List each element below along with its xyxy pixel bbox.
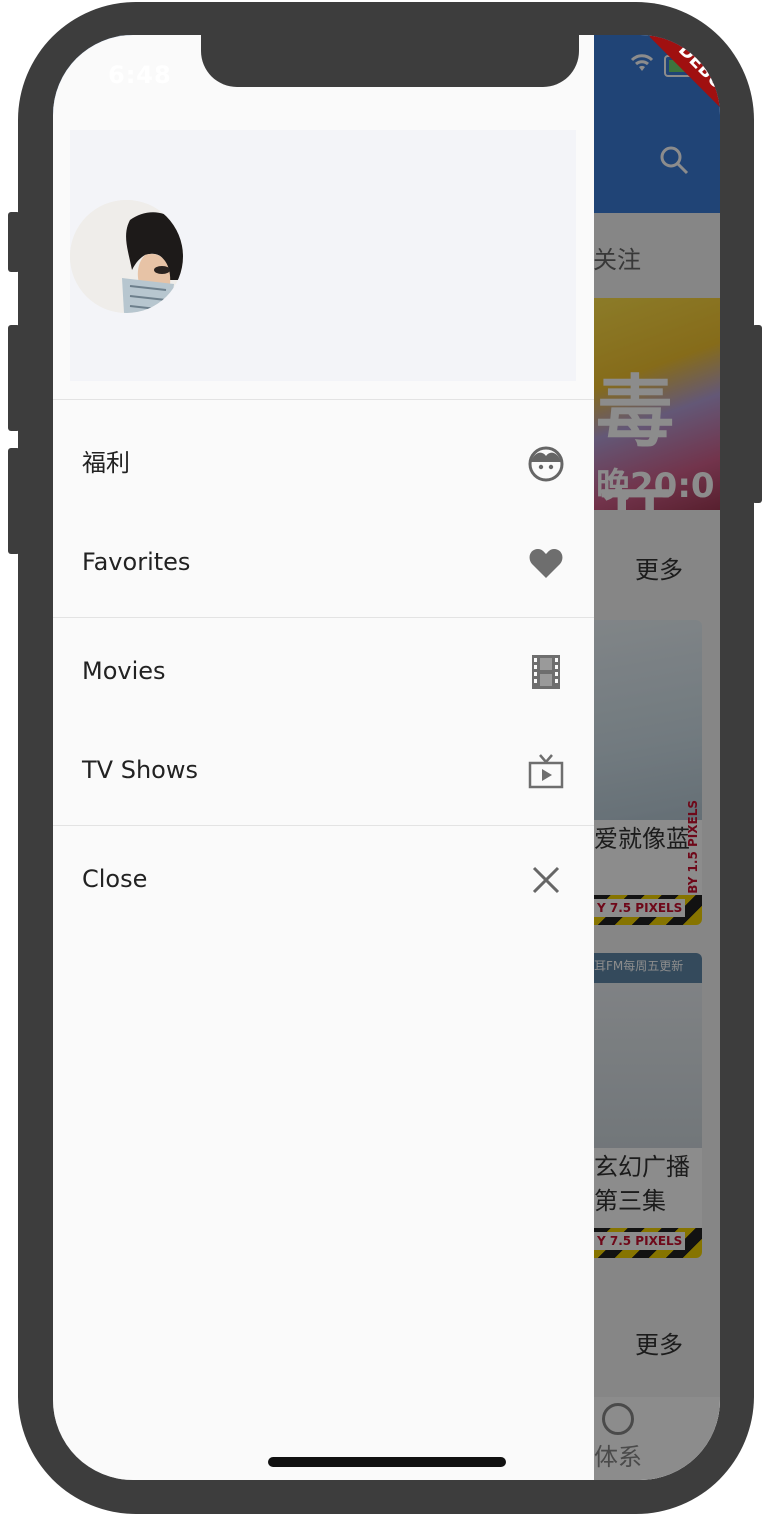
- notch: [201, 35, 579, 87]
- divider: [53, 399, 594, 400]
- mute-switch: [8, 212, 20, 272]
- status-time: 6:48: [108, 61, 172, 89]
- tv-icon: [528, 754, 564, 789]
- drawer-item-tv-shows[interactable]: TV Shows: [53, 721, 594, 820]
- drawer-item-close[interactable]: Close: [53, 830, 594, 929]
- drawer-item-welfare[interactable]: 福利: [53, 414, 594, 513]
- screen: 关注 毒开 晚20:0 更多 爱就像蓝 BY 1.5 PIXELS Y 7.5 …: [53, 35, 720, 1480]
- volume-up-button: [8, 325, 20, 431]
- volume-down-button: [8, 448, 20, 554]
- drawer-item-label: TV Shows: [82, 756, 198, 784]
- drawer-item-favorites[interactable]: Favorites: [53, 513, 594, 612]
- power-button: [752, 325, 762, 503]
- avatar[interactable]: [70, 200, 183, 313]
- drawer-item-label: Movies: [82, 657, 166, 685]
- home-indicator[interactable]: [268, 1457, 506, 1467]
- face-icon: [528, 446, 564, 482]
- drawer-item-label: Close: [82, 865, 148, 893]
- drawer-header: [70, 130, 576, 381]
- drawer-item-movies[interactable]: Movies: [53, 622, 594, 721]
- drawer-item-label: Favorites: [82, 548, 191, 576]
- drawer-item-label: 福利: [82, 449, 130, 477]
- close-icon: [532, 866, 560, 894]
- film-icon: [532, 655, 560, 689]
- divider: [53, 617, 594, 618]
- navigation-drawer: 6:48 福利 Favorites Movies TV Shows Close: [53, 35, 594, 1480]
- divider: [53, 825, 594, 826]
- heart-icon: [529, 549, 563, 578]
